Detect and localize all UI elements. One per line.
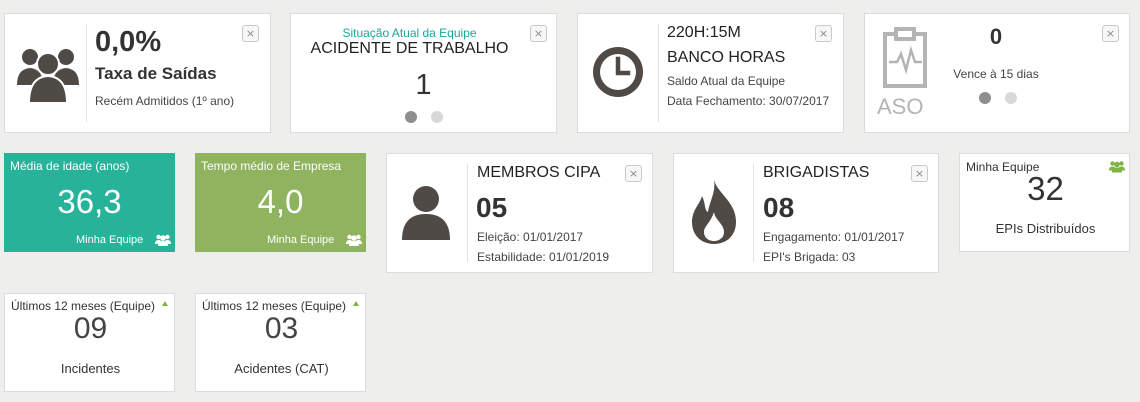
close-button[interactable]: ×: [242, 25, 259, 42]
team-icon: [155, 233, 171, 251]
card-banco-horas: 220H:15M BANCO HORAS Saldo Atual da Equi…: [577, 13, 844, 133]
brigada-line1: Engagamento: 01/01/2017: [763, 230, 905, 244]
trend-up-icon: [162, 301, 168, 306]
tempo-footer: Minha Equipe: [267, 234, 335, 246]
situacao-title: ACIDENTE DE TRABALHO: [310, 40, 509, 57]
idade-footer: Minha Equipe: [76, 234, 144, 246]
team-icon: [15, 39, 81, 110]
incidentes-value: 09: [73, 312, 108, 345]
card-situacao-equipe: Situação Atual da Equipe ACIDENTE DE TRA…: [290, 13, 557, 133]
saidas-value: 0,0%: [95, 26, 162, 58]
carousel-dot-1[interactable]: [979, 92, 991, 104]
acidentes-label: Últimos 12 meses (Equipe): [202, 299, 347, 313]
trend-up-icon: [353, 301, 359, 306]
tempo-value: 4,0: [257, 183, 304, 220]
divider: [467, 164, 468, 262]
card-membros-cipa: MEMBROS CIPA 05 Eleição: 01/01/2017 Esta…: [386, 153, 653, 273]
cipa-value: 05: [476, 192, 508, 223]
card-epis: Minha Equipe 32 EPIs Distribuídos: [959, 153, 1130, 252]
banco-line1: Saldo Atual da Equipe: [667, 74, 786, 88]
carousel-dot-2[interactable]: [431, 111, 443, 123]
close-button[interactable]: ×: [1102, 25, 1119, 42]
person-icon: [400, 184, 452, 245]
card-media-idade: Média de idade (anos) 36,3 Minha Equipe: [4, 153, 175, 252]
saidas-subtitle: Recém Admitidos (1º ano): [95, 94, 235, 108]
brigada-title: BRIGADISTAS: [763, 164, 870, 181]
situacao-value: 1: [415, 69, 432, 101]
epis-value: 32: [1027, 170, 1064, 207]
idade-value: 36,3: [57, 183, 122, 220]
cipa-line2: Estabilidade: 01/01/2019: [477, 250, 610, 264]
cipa-title: MEMBROS CIPA: [477, 164, 601, 181]
acidentes-value: 03: [264, 312, 299, 345]
card-incidentes: Últimos 12 meses (Equipe) 09 Incidentes: [4, 293, 175, 392]
carousel-dots: [979, 92, 1017, 104]
situacao-label: Situação Atual da Equipe: [342, 26, 477, 40]
aso-logo-text: ASO: [877, 94, 924, 119]
epis-footer: EPIs Distribuídos: [995, 221, 1096, 236]
team-icon: [346, 233, 362, 251]
carousel-dot-1[interactable]: [405, 111, 417, 123]
close-button[interactable]: ×: [625, 165, 642, 182]
banco-line2: Data Fechamento: 30/07/2017: [667, 94, 830, 108]
card-aso: ASO 0 Vence à 15 dias ×: [864, 13, 1130, 133]
cipa-line1: Eleição: 01/01/2017: [477, 230, 584, 244]
carousel-dot-2[interactable]: [1005, 92, 1017, 104]
close-button[interactable]: ×: [911, 165, 928, 182]
idade-label: Média de idade (anos): [10, 159, 130, 173]
divider: [86, 24, 87, 122]
incidentes-label: Últimos 12 meses (Equipe): [11, 299, 156, 313]
carousel-dots: [405, 111, 443, 123]
card-brigadistas: BRIGADISTAS 08 Engagamento: 01/01/2017 E…: [673, 153, 939, 273]
card-acidentes: Últimos 12 meses (Equipe) 03 Acidentes (…: [195, 293, 366, 392]
saidas-title: Taxa de Saídas: [95, 64, 217, 83]
divider: [753, 164, 754, 262]
acidentes-footer: Acidentes (CAT): [234, 361, 329, 376]
aso-subtitle: Vence à 15 dias: [953, 67, 1039, 81]
brigada-value: 08: [763, 192, 795, 223]
divider: [658, 24, 659, 122]
aso-value: 0: [989, 24, 1003, 49]
card-tempo-empresa: Tempo médio de Empresa 4,0 Minha Equipe: [195, 153, 366, 252]
incidentes-footer: Incidentes: [60, 361, 121, 376]
close-button[interactable]: ×: [815, 25, 832, 42]
clock-icon: [590, 44, 646, 105]
brigada-line2: EPI's Brigada: 03: [763, 250, 856, 264]
tempo-label: Tempo médio de Empresa: [201, 159, 342, 173]
banco-value: 220H:15M: [667, 24, 741, 41]
banco-title: BANCO HORAS: [667, 49, 786, 66]
close-button[interactable]: ×: [530, 25, 547, 42]
fire-icon: [688, 178, 740, 251]
card-taxa-saidas: 0,0% Taxa de Saídas Recém Admitidos (1º …: [4, 13, 271, 133]
